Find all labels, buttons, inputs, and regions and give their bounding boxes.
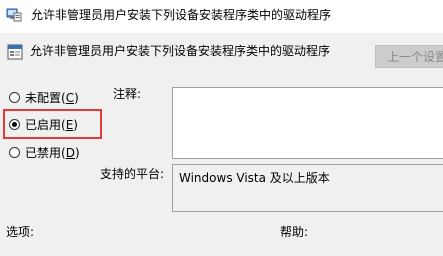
platform-value: Windows Vista 及以上版本: [179, 171, 330, 185]
options-label: 选项:: [6, 225, 35, 239]
radio-circle-checked[interactable]: [9, 119, 20, 130]
comment-textarea[interactable]: [172, 87, 443, 159]
radio-label: 已禁用(D): [25, 146, 80, 160]
previous-setting-button[interactable]: 上一个设置: [375, 45, 443, 68]
radio-circle[interactable]: [9, 147, 20, 158]
platform-label: 支持的平台:: [100, 167, 165, 181]
radio-label: 未配置(C): [25, 91, 79, 105]
platform-box: Windows Vista 及以上版本: [172, 164, 443, 212]
radio-circle[interactable]: [9, 92, 20, 103]
setting-title: 允许非管理员用户安装下列设备安装程序类中的驱动程序: [30, 44, 331, 58]
window-title: 允许非管理员用户安装下列设备安装程序类中的驱动程序: [31, 8, 332, 22]
group-policy-icon: [6, 8, 22, 22]
radio-label: 已启用(E): [25, 118, 78, 132]
policy-setting-icon: [7, 44, 23, 60]
comment-label: 注释:: [113, 87, 142, 101]
title-bar: 允许非管理员用户安装下列设备安装程序类中的驱动程序: [0, 0, 443, 33]
policy-setting-window: 允许非管理员用户安装下列设备安装程序类中的驱动程序 允许非管理员用户安装下列设备…: [0, 0, 443, 256]
help-label: 帮助:: [280, 225, 309, 239]
setting-header: 允许非管理员用户安装下列设备安装程序类中的驱动程序 上一个设置: [0, 33, 443, 73]
